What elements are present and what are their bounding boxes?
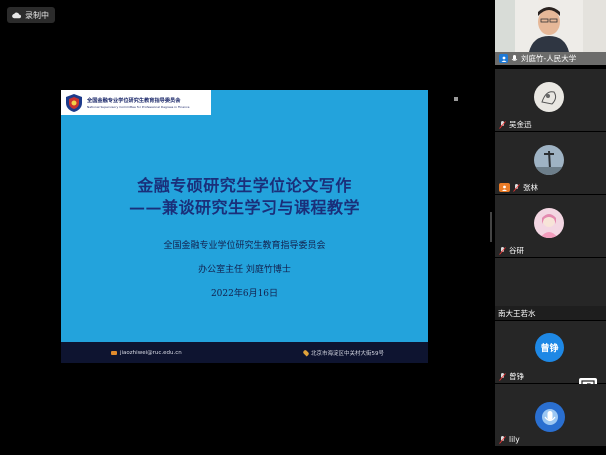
participant-tile-host[interactable]: 刘庭竹-人民大学: [495, 0, 606, 65]
avatar: [534, 145, 564, 175]
recording-label: 录制中: [25, 10, 49, 20]
panel-scrollbar[interactable]: [490, 212, 492, 242]
participant-name-bar: 刘庭竹-人民大学: [495, 52, 606, 65]
avatar: [535, 402, 565, 432]
avatar: 曾铮: [535, 333, 564, 362]
slide-footer: jiaozhiwei@ruc.edu.cn 北京市海淀区中关村大街59号: [61, 342, 428, 363]
mail-icon: [111, 350, 117, 355]
participant-name-bar: 南大王若水: [495, 306, 606, 320]
participant-tile[interactable]: 谷研: [495, 195, 606, 257]
cloud-icon: [12, 12, 21, 18]
slide-organization: 全国金融专业学位研究生教育指导委员会: [163, 241, 326, 251]
cohost-icon: [499, 183, 510, 192]
mic-muted-icon: [499, 120, 506, 129]
participant-name: 南大王若水: [498, 308, 536, 318]
shared-slide: 全国金融专业学位研究生教育指导委员会 National Supervisory …: [61, 90, 428, 363]
avatar: [534, 208, 564, 238]
mic-muted-icon: [499, 435, 506, 444]
slide-date: 2022年6月16日: [210, 289, 279, 299]
participant-name: 张林: [523, 183, 538, 192]
mic-icon: [511, 54, 518, 61]
participant-name: 吴金迅: [509, 120, 532, 129]
slide-org-name-en: National Supervisory Committee for Profe…: [87, 104, 190, 109]
mic-muted-icon: [513, 183, 520, 192]
participant-tile[interactable]: 吴金迅: [495, 69, 606, 131]
recording-badge[interactable]: 录制中: [7, 7, 55, 23]
participant-name-bar: 谷研: [495, 244, 528, 257]
participant-tile[interactable]: lily: [495, 384, 606, 446]
slide-title: 金融专硕研究生学位论文写作: [137, 176, 352, 195]
slide-org-name: 全国金融专业学位研究生教育指导委员会: [87, 97, 181, 104]
participant-name: 谷研: [509, 246, 524, 255]
participant-name: 刘庭竹-人民大学: [521, 54, 577, 63]
participant-name-bar: lily: [495, 433, 524, 446]
committee-logo-icon: [66, 93, 82, 112]
location-pin-icon: [302, 348, 310, 357]
participant-tile[interactable]: 曾铮 曾铮: [495, 321, 606, 383]
participant-name: lily: [509, 435, 520, 444]
participant-name-bar: 曾铮: [495, 370, 528, 383]
participant-name-bar: 吴金迅: [495, 118, 536, 131]
participant-tile[interactable]: 张林: [495, 132, 606, 194]
mouse-cursor-icon: [454, 97, 458, 101]
avatar: [534, 82, 564, 112]
mic-muted-icon: [499, 246, 506, 255]
mic-muted-icon: [499, 372, 506, 381]
video-feed: [495, 0, 606, 52]
footer-email: jiaozhiwei@ruc.edu.cn: [120, 349, 182, 356]
footer-address: 北京市海淀区中关村大街59号: [311, 350, 384, 357]
slide-header: 全国金融专业学位研究生教育指导委员会 National Supervisory …: [61, 90, 211, 115]
host-icon: [499, 54, 508, 63]
slide-subtitle: ——兼谈研究生学习与课程教学: [128, 198, 360, 217]
participant-tile[interactable]: 南大王若水: [495, 258, 606, 320]
participant-name: 曾铮: [509, 372, 524, 381]
slide-presenter: 办公室主任 刘庭竹博士: [198, 265, 291, 275]
participant-name-bar: 张林: [495, 181, 542, 194]
